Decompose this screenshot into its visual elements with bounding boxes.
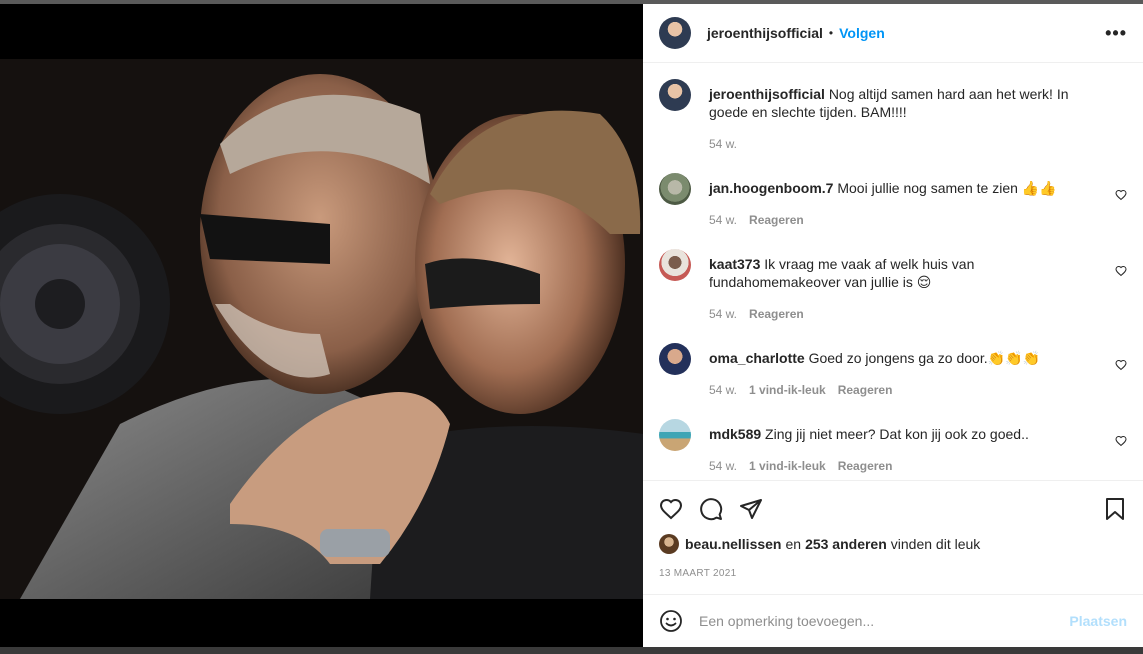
separator-dot: • <box>828 26 834 40</box>
post-date[interactable]: 13 MAART 2021 <box>659 568 1127 579</box>
post-photo[interactable] <box>0 4 643 647</box>
likes-connector: en <box>785 536 802 552</box>
reply-button[interactable]: Reageren <box>749 307 804 321</box>
comment-like-icon[interactable] <box>1115 189 1127 201</box>
commenter-avatar[interactable] <box>659 343 691 375</box>
comment-time[interactable]: 54 w. <box>709 213 737 227</box>
comment-username[interactable]: jan.hoogenboom.7 <box>709 180 833 196</box>
caption: jeroenthijsofficial Nog altijd samen har… <box>659 79 1127 151</box>
comment-like-icon[interactable] <box>1115 359 1127 371</box>
comment-body: Mooi jullie nog samen te zien 👍👍 <box>837 180 1057 196</box>
comment-username[interactable]: mdk589 <box>709 426 761 442</box>
comment-meta: 54 w. Reageren <box>709 213 1099 227</box>
post-sidebar: jeroenthijsofficial • Volgen ••• jeroent… <box>643 4 1143 647</box>
comment-text: mdk589 Zing jij niet meer? Dat kon jij o… <box>709 419 1099 443</box>
background-grid-strip <box>0 647 1143 654</box>
comment-text: jan.hoogenboom.7 Mooi jullie nog samen t… <box>709 173 1099 197</box>
commenter-avatar[interactable] <box>659 249 691 281</box>
comment-item: mdk589 Zing jij niet meer? Dat kon jij o… <box>659 419 1127 473</box>
photo-image <box>0 4 643 647</box>
author-username[interactable]: jeroenthijsofficial <box>707 25 823 41</box>
post-comment-button[interactable]: Plaatsen <box>1069 613 1127 629</box>
caption-username[interactable]: jeroenthijsofficial <box>709 86 825 102</box>
comment-like-icon[interactable] <box>1115 435 1127 447</box>
reply-button[interactable]: Reageren <box>838 383 893 397</box>
liker-avatar[interactable] <box>659 534 679 554</box>
follow-button[interactable]: Volgen <box>839 25 885 41</box>
comment-time[interactable]: 54 w. <box>709 383 737 397</box>
comment-item: oma_charlotte Goed zo jongens ga zo door… <box>659 343 1127 397</box>
commenter-avatar[interactable] <box>659 173 691 205</box>
caption-time[interactable]: 54 w. <box>709 137 737 151</box>
comment-meta: 54 w. 1 vind-ik-leuk Reageren <box>709 459 1099 473</box>
comment-item: jan.hoogenboom.7 Mooi jullie nog samen t… <box>659 173 1127 227</box>
comment-meta: 54 w. Reageren <box>709 307 1099 321</box>
post-header: jeroenthijsofficial • Volgen ••• <box>643 4 1143 63</box>
comment-input[interactable] <box>699 613 1070 629</box>
reply-button[interactable]: Reageren <box>838 459 893 473</box>
comment-text: oma_charlotte Goed zo jongens ga zo door… <box>709 343 1099 367</box>
bookmark-icon[interactable] <box>1103 497 1127 521</box>
comment-time[interactable]: 54 w. <box>709 307 737 321</box>
comment-likes-count[interactable]: 1 vind-ik-leuk <box>749 459 826 473</box>
comment-username[interactable]: kaat373 <box>709 256 760 272</box>
emoji-icon[interactable] <box>659 609 683 633</box>
comment-like-icon[interactable] <box>1115 265 1127 277</box>
author-avatar[interactable] <box>659 17 691 49</box>
comment-likes-count[interactable]: 1 vind-ik-leuk <box>749 383 826 397</box>
add-comment-bar: Plaatsen <box>643 594 1143 647</box>
comment-text: kaat373 Ik vraag me vaak af welk huis va… <box>709 249 1099 291</box>
caption-text: jeroenthijsofficial Nog altijd samen har… <box>709 79 1099 121</box>
likes-suffix: vinden dit leuk <box>890 536 981 552</box>
comment-body: Zing jij niet meer? Dat kon jij ook zo g… <box>765 426 1029 442</box>
reply-button[interactable]: Reageren <box>749 213 804 227</box>
liker-username[interactable]: beau.nellissen <box>685 536 781 552</box>
comment-time[interactable]: 54 w. <box>709 459 737 473</box>
comment-body: Goed zo jongens ga zo door.👏👏👏 <box>808 350 1040 366</box>
heart-icon[interactable] <box>659 497 683 521</box>
action-bar <box>659 481 1127 533</box>
caption-meta: 54 w. <box>709 137 1099 151</box>
comment-username[interactable]: oma_charlotte <box>709 350 805 366</box>
more-options-icon[interactable]: ••• <box>1105 23 1127 44</box>
comment-icon[interactable] <box>699 497 723 521</box>
comments-list[interactable]: jeroenthijsofficial Nog altijd samen har… <box>643 63 1143 480</box>
likes-others-link[interactable]: 253 anderen <box>805 536 887 552</box>
comment-meta: 54 w. 1 vind-ik-leuk Reageren <box>709 383 1099 397</box>
caption-avatar[interactable] <box>659 79 691 111</box>
likes-summary: beau.nellissen en 253 anderen vinden dit… <box>659 534 1127 554</box>
commenter-avatar[interactable] <box>659 419 691 451</box>
comment-item: kaat373 Ik vraag me vaak af welk huis va… <box>659 249 1127 321</box>
share-icon[interactable] <box>739 497 763 521</box>
